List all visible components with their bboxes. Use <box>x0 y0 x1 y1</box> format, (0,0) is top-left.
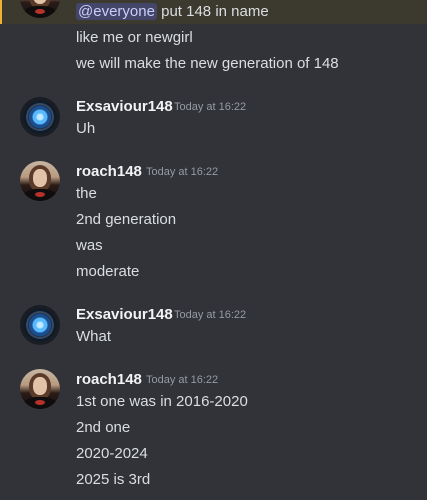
user-avatar[interactable] <box>20 0 60 18</box>
message-line: we will make the new generation of 148 <box>76 55 339 72</box>
message-line: 2nd one <box>76 419 131 436</box>
message-line: 2020-2024 <box>76 445 148 462</box>
message-line: like me or newgirl <box>76 29 193 46</box>
user-avatar[interactable] <box>20 161 60 201</box>
user-avatar[interactable] <box>20 369 60 409</box>
message-author[interactable]: roach148 <box>76 163 142 180</box>
message-author[interactable]: Exsaviour148 <box>76 306 173 323</box>
face-shape <box>33 169 47 187</box>
shirt-logo-icon <box>35 400 45 405</box>
message-text: put 148 in name <box>156 3 269 20</box>
message-timestamp: Today at 16:22 <box>174 101 247 113</box>
message-line: moderate <box>76 263 140 280</box>
face-shape <box>33 377 47 395</box>
message-line: was <box>76 237 103 254</box>
message-line: Uh <box>76 120 96 137</box>
message-author[interactable]: Exsaviour148 <box>76 98 173 115</box>
chat-messages: @everyone put 148 in name like me or new… <box>0 0 427 500</box>
message-timestamp: Today at 16:22 <box>174 309 247 321</box>
message-line: 2025 is 3rd <box>76 471 151 488</box>
everyone-mention[interactable]: @everyone <box>76 3 157 20</box>
message-line: @everyone put 148 in name <box>76 3 269 20</box>
message-timestamp: Today at 16:22 <box>146 374 219 386</box>
message-line: 2nd generation <box>76 211 177 228</box>
shirt-logo-icon <box>35 192 45 197</box>
message-author[interactable]: roach148 <box>76 371 142 388</box>
user-avatar[interactable] <box>20 305 60 345</box>
message-timestamp: Today at 16:22 <box>146 166 219 178</box>
message-line: the <box>76 185 97 202</box>
user-avatar[interactable] <box>20 97 60 137</box>
message-line: What <box>76 328 112 345</box>
message-line: 1st one was in 2016-2020 <box>76 393 248 410</box>
shirt-logo-icon <box>35 9 45 14</box>
